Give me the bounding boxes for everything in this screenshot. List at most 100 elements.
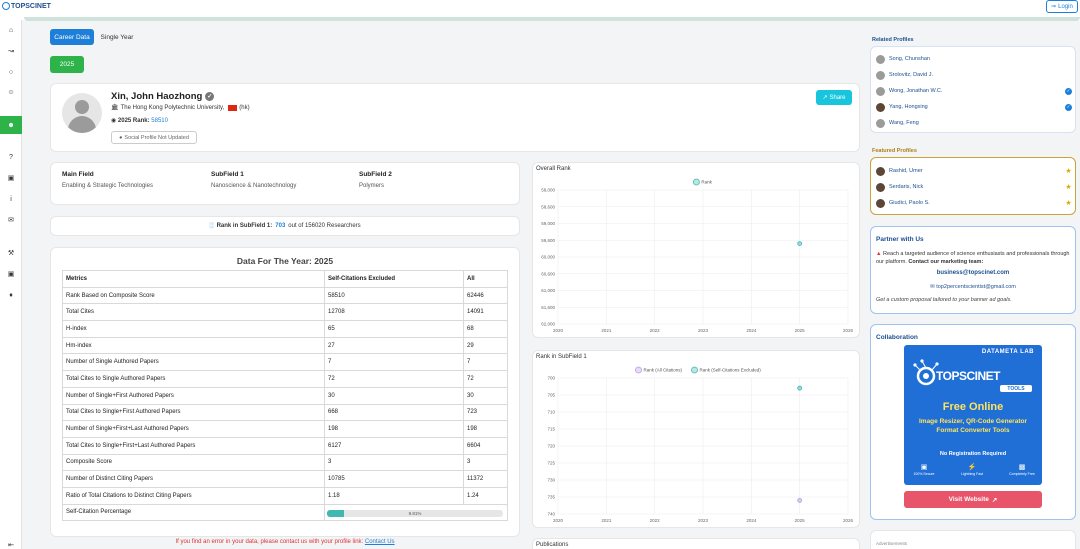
x-tick-label: 2023 — [698, 328, 709, 333]
avatar — [876, 198, 885, 208]
y-tick-label: 62,000 — [541, 322, 555, 327]
users-icon[interactable]: ☻ — [0, 116, 22, 134]
table-cell: Ratio of Total Citations to Distinct Cit… — [62, 486, 325, 505]
subfield2-value: Polymers — [359, 183, 385, 189]
university-name: The Hong Kong Polytechnic University, — [120, 104, 225, 111]
table-cell: H-index — [62, 320, 325, 338]
table-row: Ratio of Total Citations to Distinct Cit… — [62, 486, 508, 505]
related-profile-name: Wong, Jonathan W.C. — [889, 88, 943, 94]
avatar — [876, 86, 885, 96]
featured-profile-item[interactable]: Rashid, Umer ★ — [876, 164, 1072, 178]
info-icon[interactable]: i — [0, 192, 22, 206]
sidebar: ⌂ ↝ ○ ☺ ☻ ? ▣ i ✉ ⚒ ▣ ♦ ⇤ — [0, 20, 22, 549]
related-profile-item[interactable]: Srolovitz, David J. — [876, 68, 1072, 82]
partner-email-primary[interactable]: business@topscinet.com — [870, 270, 1076, 276]
partner-note: Get a custom proposal tailored to your b… — [876, 297, 1012, 303]
self-citation-progress-text: 9.81% — [408, 511, 422, 516]
table-cell: 7 — [463, 353, 508, 372]
avatar — [876, 166, 885, 176]
award-icon[interactable]: ○ — [0, 65, 22, 79]
featured-profile-item[interactable]: Giudici, Paolo S. ★ — [876, 196, 1072, 210]
tab-career-data[interactable]: Career Data — [50, 29, 94, 45]
collapse-icon[interactable]: ⇤ — [0, 538, 22, 549]
legend-label: Rank (Self-Citations Excluded) — [700, 368, 762, 373]
university-icon: 🏛 — [111, 105, 119, 111]
contact-us-link[interactable]: Contact Us — [365, 539, 395, 545]
related-profile-item[interactable]: Wong, Jonathan W.C. ✓ — [876, 84, 1072, 98]
publications-card — [532, 538, 860, 549]
user-check-icon[interactable]: ☺ — [0, 85, 22, 99]
table-header-row: Metrics Self-Citations Excluded All — [62, 270, 508, 288]
mail-icon[interactable]: ✉ — [0, 213, 22, 227]
legend-marker — [691, 366, 698, 374]
related-profile-item[interactable]: Song, Chunshan — [876, 52, 1072, 66]
table-cell: 58510 — [324, 286, 464, 305]
table-cell: 27 — [324, 336, 464, 355]
avatar-body — [68, 116, 96, 133]
featured-profile-item[interactable]: Serdaris, Nick ★ — [876, 180, 1072, 194]
rank-label: 2025 Rank: — [117, 118, 150, 124]
table-row: Number of Single+First+Last Authored Pap… — [62, 420, 508, 438]
data-point — [797, 385, 803, 391]
subfield-rank-chart: 700 705 710 715 720 725 730 735 7402020 2021 2022 2… — [547, 366, 854, 523]
star-icon: ★ — [1065, 168, 1072, 175]
tab-single-year[interactable]: Single Year — [98, 29, 136, 45]
wrench-icon[interactable]: ⚒ — [0, 246, 22, 260]
subfield-rank-chart-title: Rank in SubField 1 — [536, 354, 587, 360]
partner-email-secondary[interactable]: ✉ top2percentscientist@gmail.com — [870, 284, 1076, 290]
featured-profiles-title: Featured Profiles — [872, 148, 917, 154]
table-row: Total Cites to Single+First Authored Pap… — [62, 403, 508, 422]
table-cell: Hm-index — [62, 336, 325, 355]
envelope-icon: ✉ — [930, 284, 935, 290]
subfield-rank-suffix: out of 156020 Researchers — [288, 223, 361, 229]
home-icon[interactable]: ⌂ — [0, 23, 22, 37]
related-profile-name: Wang, Feng — [889, 120, 919, 126]
tools-ad-banner[interactable]: DATAMETA LAB TOPSCINET TOOLS Free Online… — [904, 345, 1042, 485]
partner-text: ▲ Reach a targeted audience of science e… — [876, 250, 1072, 266]
x-tick-label: 2026 — [843, 328, 854, 333]
table-cell: 65 — [324, 320, 464, 338]
y-tick-label: 740 — [547, 512, 555, 517]
y-tick-label: 59,600 — [541, 238, 555, 243]
table-cell: 3 — [324, 453, 464, 472]
chart-icon[interactable]: ↝ — [0, 44, 22, 58]
x-tick-label: 2021 — [601, 518, 612, 523]
flag-icon — [228, 104, 238, 111]
x-tick-label: 2024 — [746, 328, 757, 333]
table-cell: Total Cites to Single Authored Papers — [62, 370, 325, 388]
ad-lab-label: DATAMETA LAB — [981, 349, 1034, 355]
table-cell: 6604 — [463, 436, 508, 455]
social-profile-button[interactable]: ● Social Profile Not Updated — [111, 131, 197, 144]
ad-feature-secure: ▣ 100% Secure — [904, 463, 944, 476]
share-button[interactable]: ↗ Share — [816, 90, 852, 105]
related-profile-item[interactable]: Yang, Hongxing ✓ — [876, 100, 1072, 114]
error-notice: If you find an error in your data, pleas… — [50, 539, 520, 545]
question-icon[interactable]: ? — [0, 150, 22, 164]
ad-tools-label: TOOLS — [1000, 385, 1032, 392]
tags-icon[interactable]: ♦ — [0, 288, 22, 302]
year-button[interactable]: 2025 — [50, 56, 84, 73]
self-citation-progress: 9.81% — [327, 510, 503, 517]
subfield1-value: Nanoscience & Nanotechnology — [211, 183, 297, 189]
table-cell: 668 — [324, 403, 464, 422]
related-profile-item[interactable]: Wang, Feng — [876, 116, 1072, 130]
x-tick-label: 2025 — [795, 328, 806, 333]
related-profile-name: Song, Chunshan — [889, 56, 930, 62]
table-cell: 68 — [463, 320, 508, 338]
inbox-icon[interactable]: ▣ — [0, 171, 22, 185]
logo[interactable]: TOPSCINET — [2, 2, 51, 10]
main-field-value: Enabling & Strategic Technologies — [62, 183, 153, 189]
table-row: Hm-index 27 29 — [62, 336, 508, 355]
table-cell: 7 — [324, 353, 464, 372]
login-icon: ⇒ — [1051, 4, 1057, 10]
external-link-icon: ↗ — [991, 496, 998, 504]
login-button[interactable]: ⇒ Login — [1046, 0, 1078, 13]
related-profile-name: Yang, Hongxing — [889, 104, 928, 110]
visit-website-button[interactable]: Visit Website ↗ — [904, 491, 1042, 508]
table-row: Number of Distinct Citing Papers 10785 113… — [62, 470, 508, 488]
y-tick-label: 61,600 — [541, 305, 555, 310]
x-tick-label: 2026 — [843, 518, 854, 523]
ads-label: Advertisements — [876, 541, 908, 546]
lock-icon: ▣ — [920, 464, 928, 471]
briefcase-icon[interactable]: ▣ — [0, 267, 22, 281]
